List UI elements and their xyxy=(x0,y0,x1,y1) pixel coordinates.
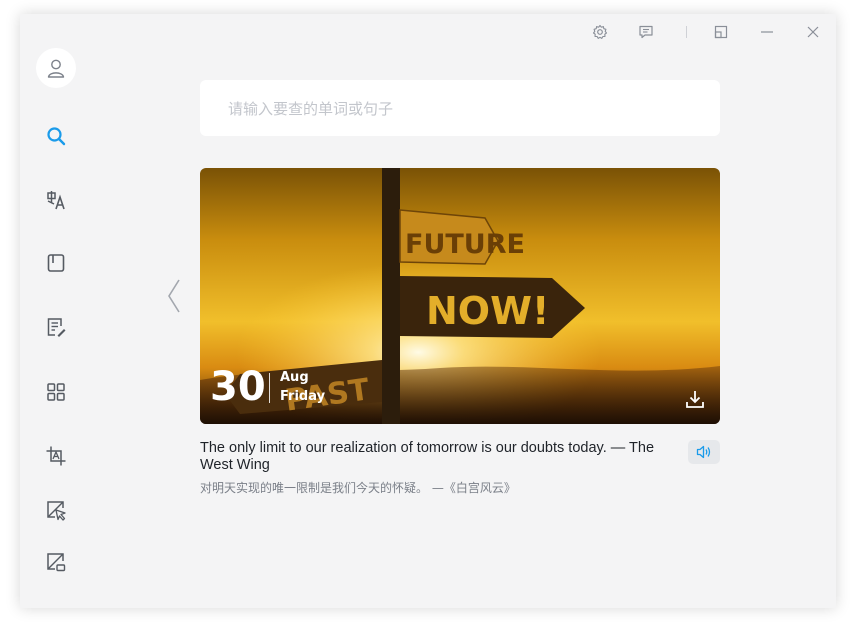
play-audio-button[interactable] xyxy=(688,440,720,464)
date-month: Aug xyxy=(280,370,309,385)
search-icon xyxy=(47,127,66,146)
date-weekday: Friday xyxy=(280,389,326,404)
daily-sentence-image: FUTURE NOW! PAST xyxy=(200,168,720,424)
search-box xyxy=(200,80,720,138)
sidebar xyxy=(20,14,92,608)
chevron-left-icon xyxy=(168,279,180,313)
sidebar-item-pointer-translate[interactable] xyxy=(40,494,72,526)
daily-quote-chinese: 对明天实现的唯一限制是我们今天的怀疑。 —《白宫风云》 xyxy=(200,481,516,495)
feedback-icon[interactable] xyxy=(633,20,659,44)
sign-future: FUTURE xyxy=(405,229,525,260)
previous-card-button[interactable] xyxy=(162,276,186,316)
sidebar-item-screen-capture[interactable] xyxy=(40,546,72,578)
download-image-button[interactable] xyxy=(684,388,706,410)
daily-sentence-card[interactable]: FUTURE NOW! PAST 30 Aug Friday xyxy=(200,168,720,424)
app-window: FUTURE NOW! PAST 30 Aug Friday The only … xyxy=(20,14,836,608)
speaker-icon xyxy=(696,445,711,459)
settings-icon[interactable] xyxy=(587,20,613,44)
screenshot-translate-icon xyxy=(46,446,66,466)
daily-quote-english: The only limit to our realization of tom… xyxy=(200,440,655,473)
minimize-icon[interactable] xyxy=(754,20,780,44)
sidebar-item-document[interactable] xyxy=(40,311,72,343)
translate-icon xyxy=(47,191,65,210)
document-edit-icon xyxy=(47,318,66,337)
book-icon xyxy=(47,254,65,272)
sidebar-item-translate[interactable] xyxy=(40,184,72,216)
sidebar-item-screenshot-translate[interactable] xyxy=(40,440,72,472)
sidebar-item-search[interactable] xyxy=(40,120,72,152)
pointer-translate-icon xyxy=(47,501,66,521)
compact-mode-icon[interactable] xyxy=(708,20,734,44)
sidebar-item-wordbook[interactable] xyxy=(40,247,72,279)
date-day: 30 xyxy=(210,364,266,410)
user-icon xyxy=(47,59,65,78)
screen-capture-icon xyxy=(47,553,66,572)
titlebar-divider xyxy=(686,26,687,38)
search-input[interactable] xyxy=(226,80,700,138)
sidebar-item-apps[interactable] xyxy=(40,376,72,408)
download-icon xyxy=(686,391,704,408)
date-divider xyxy=(269,373,270,403)
grid-icon xyxy=(47,383,65,401)
avatar[interactable] xyxy=(36,48,76,88)
close-icon[interactable] xyxy=(800,20,826,44)
sign-now: NOW! xyxy=(426,289,549,333)
